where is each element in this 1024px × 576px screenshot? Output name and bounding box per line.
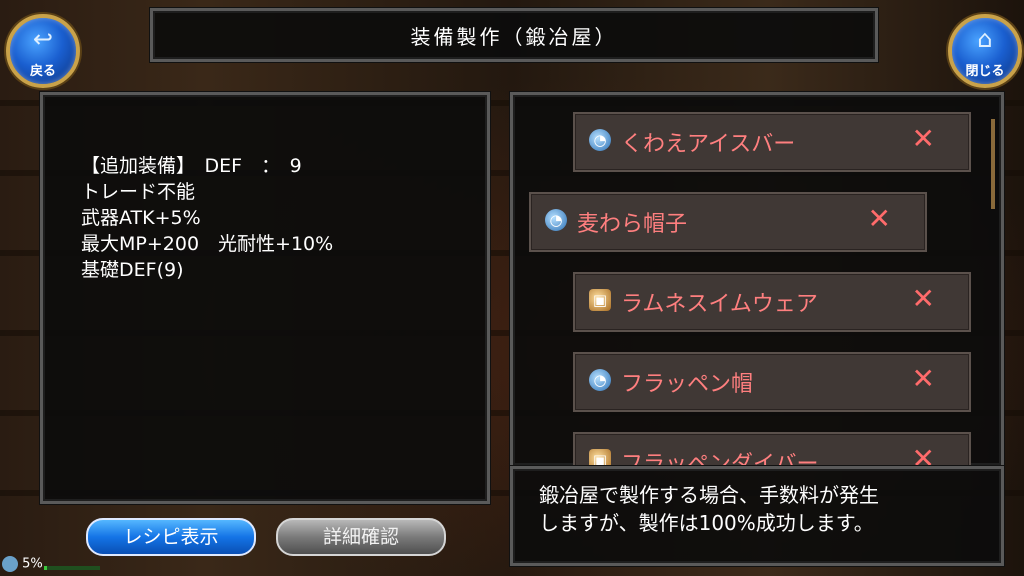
stat-line: 【追加装備】 DEF ： 9 [81, 155, 302, 177]
stat-line: トレード不能 [81, 181, 196, 203]
progress-bar [44, 566, 100, 570]
list-item[interactable]: ◔ くわえアイスバー ✕ [573, 112, 971, 172]
stat-line: 最大MP+200 光耐性+10% [81, 233, 334, 255]
list-item[interactable]: ◔ フラッペン帽 ✕ [573, 352, 971, 412]
close-icon[interactable]: ✕ [912, 362, 935, 395]
equipment-stats: 【追加装備】 DEF ： 9 トレード不能 武器ATK+5% 最大MP+200 … [81, 153, 333, 283]
close-button[interactable]: ⌂ 閉じる [948, 14, 1022, 88]
back-button[interactable]: ↩ 戻る [6, 14, 80, 88]
swimsuit-icon: ▣ [589, 289, 611, 311]
detail-button[interactable]: 詳細確認 [276, 518, 446, 556]
item-name: フラッペンダイバー [621, 452, 819, 468]
recipe-button[interactable]: レシピ表示 [86, 518, 256, 556]
page-title: 装備製作（鍛冶屋） [410, 25, 618, 49]
stat-line: 基礎DEF(9) [81, 259, 184, 281]
item-list-panel[interactable]: ◔ くわえアイスバー ✕ ◔ 麦わら帽子 ✕ ▣ ラムネスイムウェア ✕ ◔ フ… [510, 92, 1004, 468]
close-button-label: 閉じる [965, 64, 1005, 79]
message-line: しますが、製作は100%成功します。 [539, 511, 874, 535]
message-text: 鍛冶屋で製作する場合、手数料が発生 しますが、製作は100%成功します。 [539, 481, 879, 537]
status-indicator: 5% [2, 556, 43, 574]
close-icon[interactable]: ✕ [868, 202, 891, 235]
item-name: フラッペン帽 [621, 372, 754, 397]
back-arrow-icon: ↩ [32, 25, 54, 53]
item-name: ラムネスイムウェア [621, 292, 818, 317]
back-button-label: 戻る [29, 64, 56, 79]
home-icon: ⌂ [977, 25, 993, 53]
close-icon[interactable]: ✕ [912, 442, 935, 465]
message-line: 鍛冶屋で製作する場合、手数料が発生 [539, 483, 879, 507]
hat-icon: ◔ [545, 209, 567, 231]
list-item[interactable]: ▣ フラッペンダイバー ✕ [573, 432, 971, 468]
item-name: くわえアイスバー [621, 132, 796, 157]
hat-icon: ◔ [589, 129, 611, 151]
hat-icon: ◔ [589, 369, 611, 391]
status-percent: 5% [22, 556, 43, 572]
scrollbar[interactable] [991, 119, 995, 209]
stat-line: 武器ATK+5% [81, 207, 201, 229]
list-item-selected[interactable]: ◔ 麦わら帽子 ✕ [529, 192, 927, 252]
message-panel: 鍛冶屋で製作する場合、手数料が発生 しますが、製作は100%成功します。 [510, 466, 1004, 566]
progress-fill [44, 566, 47, 570]
list-item[interactable]: ▣ ラムネスイムウェア ✕ [573, 272, 971, 332]
title-bar: 装備製作（鍛冶屋） [150, 8, 878, 62]
status-icon [2, 556, 18, 572]
close-icon[interactable]: ✕ [912, 282, 935, 315]
equipment-info-panel: 【追加装備】 DEF ： 9 トレード不能 武器ATK+5% 最大MP+200 … [40, 92, 490, 504]
item-name: 麦わら帽子 [577, 212, 688, 237]
close-icon[interactable]: ✕ [912, 122, 935, 155]
